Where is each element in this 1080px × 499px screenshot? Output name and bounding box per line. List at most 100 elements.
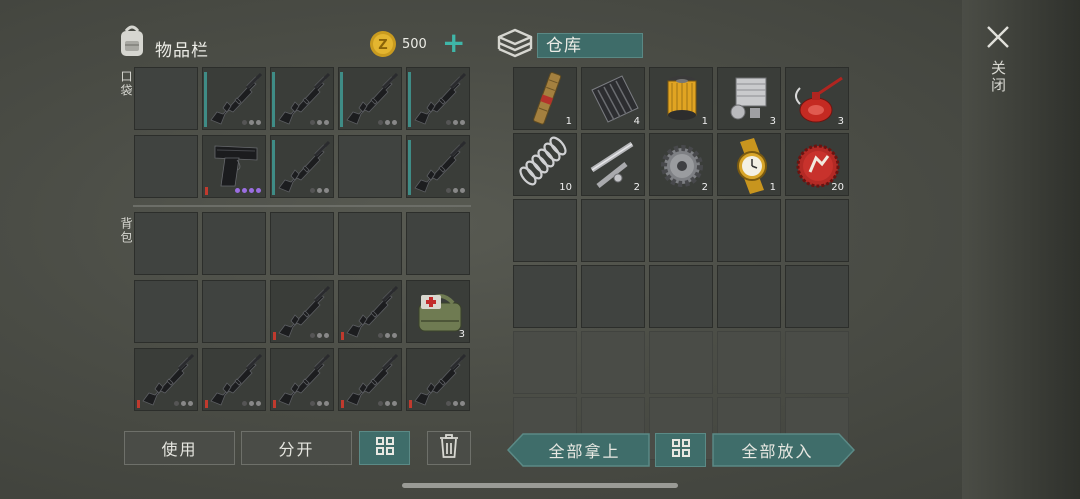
put-all-button[interactable]: 全部放入 (712, 433, 855, 467)
storage-title-box: 仓库 (537, 33, 643, 58)
empty-slot[interactable] (202, 280, 266, 343)
take-all-label: 全部拿上 (548, 442, 621, 461)
storage-icon (496, 27, 534, 59)
slot-bottle-cap[interactable]: 20 (785, 133, 849, 196)
damage-indicator (341, 400, 344, 408)
empty-slot[interactable] (513, 199, 577, 262)
pocket-label: 口袋 (119, 70, 133, 98)
empty-slot[interactable] (513, 265, 577, 328)
quality-dots (310, 401, 329, 406)
put-all-label: 全部放入 (741, 442, 814, 461)
empty-slot[interactable] (785, 199, 849, 262)
slot-rifle[interactable] (406, 67, 470, 130)
damage-indicator (137, 400, 140, 408)
quality-dots (242, 120, 261, 125)
item-count: 3 (837, 116, 844, 127)
empty-slot[interactable] (134, 135, 198, 198)
slot-rifle[interactable] (338, 67, 402, 130)
item-count: 20 (831, 182, 844, 193)
empty-slot[interactable] (338, 135, 402, 198)
empty-slot[interactable] (134, 67, 198, 130)
empty-slot[interactable] (134, 280, 198, 343)
backpack-label: 背包 (119, 217, 133, 245)
slot-pistol[interactable] (202, 135, 266, 198)
quality-dots (310, 120, 329, 125)
section-divider (133, 205, 471, 207)
quality-dots (242, 401, 261, 406)
slot-engine-part[interactable]: 3 (717, 67, 781, 130)
slot-rifle[interactable] (406, 348, 470, 411)
close-label[interactable]: 关闭 (988, 60, 1009, 94)
quality-dots (446, 188, 465, 193)
empty-slot[interactable] (717, 331, 781, 394)
empty-slot[interactable] (581, 199, 645, 262)
damage-indicator (273, 332, 276, 340)
storage-title: 仓库 (546, 36, 582, 56)
quality-dots (310, 188, 329, 193)
empty-slot[interactable] (785, 265, 849, 328)
slot-rifle[interactable] (270, 67, 334, 130)
item-count: 10 (559, 182, 572, 193)
empty-slot[interactable] (202, 212, 266, 275)
quality-dots (378, 401, 397, 406)
inventory-sort-button[interactable] (359, 431, 410, 465)
slot-spring[interactable]: 10 (513, 133, 577, 196)
slot-rifle[interactable] (406, 135, 470, 198)
grid-sort-icon (375, 436, 395, 460)
quality-dots (235, 188, 261, 193)
empty-slot[interactable] (581, 331, 645, 394)
item-count: 1 (701, 116, 708, 127)
quality-dots (378, 333, 397, 338)
empty-slot[interactable] (513, 331, 577, 394)
coin-count: 500 (402, 37, 427, 52)
svg-text:Z: Z (378, 38, 387, 53)
slot-metal-sheet[interactable]: 4 (581, 67, 645, 130)
slot-rifle[interactable] (134, 348, 198, 411)
empty-slot[interactable] (406, 212, 470, 275)
slot-rifle[interactable] (202, 67, 266, 130)
empty-slot[interactable] (785, 331, 849, 394)
damage-indicator (409, 400, 412, 408)
item-count: 3 (769, 116, 776, 127)
slot-medkit[interactable]: 3 (406, 280, 470, 343)
split-button[interactable]: 分开 (241, 431, 352, 465)
empty-slot[interactable] (649, 265, 713, 328)
empty-slot[interactable] (717, 199, 781, 262)
item-count: 1 (769, 182, 776, 193)
damage-indicator (341, 332, 344, 340)
discard-button[interactable] (427, 431, 471, 465)
close-button[interactable] (985, 24, 1011, 50)
slot-rod-parts[interactable]: 2 (581, 133, 645, 196)
add-coins-button[interactable]: + (442, 28, 465, 58)
item-count: 2 (701, 182, 708, 193)
slot-oil-filter[interactable]: 1 (649, 67, 713, 130)
trash-icon (439, 434, 459, 462)
item-count: 1 (565, 116, 572, 127)
empty-slot[interactable] (134, 212, 198, 275)
slot-gear[interactable]: 2 (649, 133, 713, 196)
empty-slot[interactable] (649, 199, 713, 262)
item-count: 3 (458, 329, 465, 340)
empty-slot[interactable] (581, 265, 645, 328)
slot-rifle[interactable] (270, 348, 334, 411)
quality-dots (174, 401, 193, 406)
use-button[interactable]: 使用 (124, 431, 235, 465)
quality-dots (378, 120, 397, 125)
slot-gold-watch[interactable]: 1 (717, 133, 781, 196)
slot-ammo-clip[interactable]: 1 (513, 67, 577, 130)
take-all-button[interactable]: 全部拿上 (507, 433, 650, 467)
quality-dots (310, 333, 329, 338)
slot-rifle[interactable] (270, 280, 334, 343)
empty-slot[interactable] (338, 212, 402, 275)
slot-rifle[interactable] (202, 348, 266, 411)
empty-slot[interactable] (649, 331, 713, 394)
empty-slot[interactable] (717, 265, 781, 328)
home-indicator (402, 483, 678, 488)
slot-oil-can[interactable]: 3 (785, 67, 849, 130)
slot-rifle[interactable] (338, 348, 402, 411)
storage-sort-button[interactable] (655, 433, 706, 467)
damage-indicator (205, 400, 208, 408)
slot-rifle[interactable] (270, 135, 334, 198)
empty-slot[interactable] (270, 212, 334, 275)
slot-rifle[interactable] (338, 280, 402, 343)
